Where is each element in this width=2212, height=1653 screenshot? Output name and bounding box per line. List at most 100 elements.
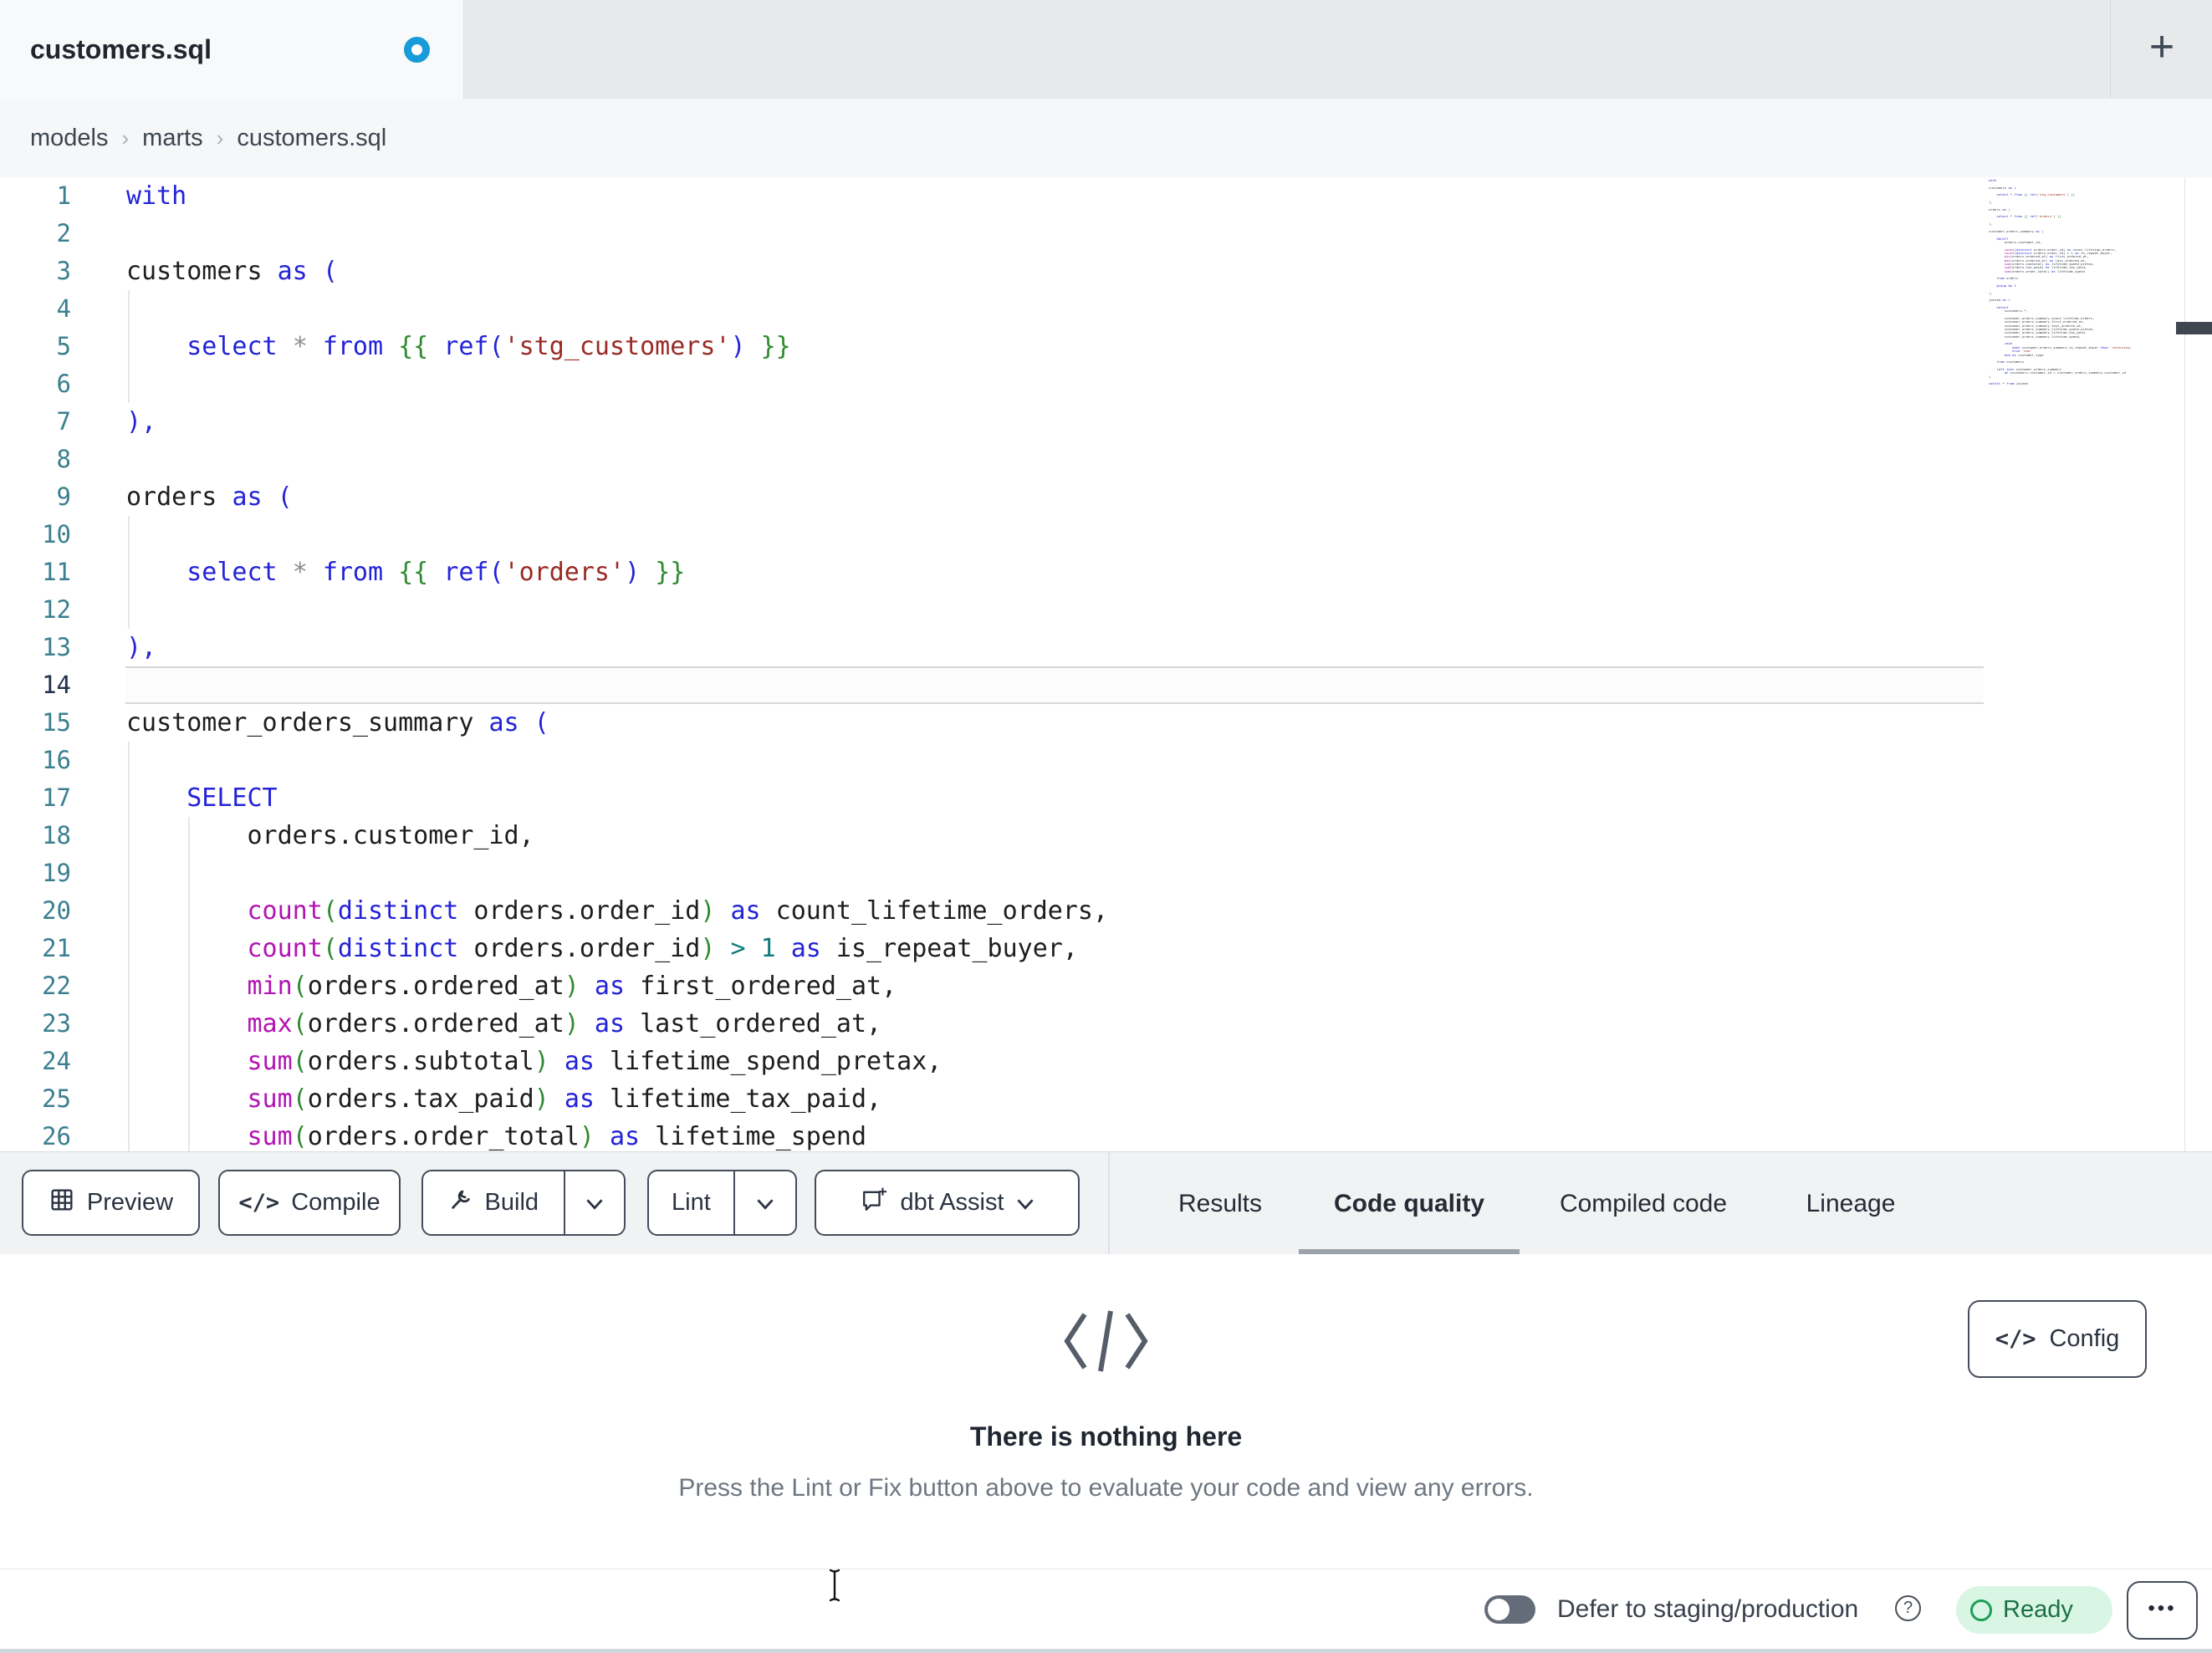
line-number: 21 (42, 934, 71, 962)
line-number: 18 (42, 821, 71, 849)
code-line[interactable]: 3 customers as ( (0, 253, 1984, 290)
defer-toggle[interactable] (1484, 1595, 1535, 1624)
tab-strip-divider (2110, 0, 2111, 98)
indent-guide (188, 817, 191, 1151)
line-number: 10 (42, 520, 71, 548)
breadcrumb-item-models[interactable]: models (30, 125, 109, 152)
chevron-down-icon (1016, 1189, 1034, 1217)
line-number: 20 (42, 896, 71, 925)
code-text: with (126, 181, 187, 211)
dbt-assist-button-label: dbt Assist (900, 1189, 1004, 1216)
line-number: 11 (42, 558, 71, 586)
new-tab-button[interactable]: + (2133, 0, 2191, 99)
scrollbar-thumb[interactable] (2176, 322, 2212, 334)
build-button[interactable]: Build (423, 1171, 564, 1234)
line-number: 5 (56, 332, 71, 360)
build-dropdown-button[interactable] (563, 1171, 624, 1234)
line-number: 23 (42, 1009, 71, 1038)
defer-toggle-label: Defer to staging/production (1557, 1595, 1859, 1623)
tab-bar: customers.sql + (0, 0, 2212, 99)
line-number: 16 (42, 746, 71, 774)
help-icon[interactable]: ? (1895, 1595, 1921, 1621)
indent-guide (128, 742, 130, 1151)
code-line[interactable]: 18 orders.customer_id, (0, 817, 1984, 855)
lint-button[interactable]: Lint (649, 1171, 733, 1234)
code-line[interactable]: 13), (0, 629, 1984, 666)
code-line[interactable]: 5 select * from {{ ref('stg_customers') … (0, 328, 1984, 365)
code-line[interactable]: 10 (0, 516, 1984, 554)
code-text: customers as ( (126, 257, 338, 286)
code-line[interactable]: 24 sum(orders.subtotal) as lifetime_spen… (0, 1043, 1984, 1080)
line-number: 26 (42, 1122, 71, 1150)
minimap[interactable]: with customers as ( select * from {{ ref… (1989, 179, 2183, 555)
line-number: 25 (42, 1084, 71, 1113)
code-text: max(orders.ordered_at) as last_ordered_a… (247, 1009, 882, 1038)
code-editor[interactable]: 1 with 2 3 customers as (4 5 select * from {{… (0, 177, 2212, 1151)
minimap-line: select * from joined (1989, 381, 2028, 386)
code-line[interactable]: 14 (0, 666, 1984, 704)
code-line[interactable]: 17 SELECT (0, 779, 1984, 817)
line-number: 9 (56, 482, 71, 511)
code-text: sum(orders.tax_paid) as lifetime_tax_pai… (247, 1084, 882, 1114)
lint-dropdown-button[interactable] (733, 1171, 795, 1234)
code-line[interactable]: 16 (0, 742, 1984, 779)
line-number: 15 (42, 708, 71, 737)
breadcrumb: models › marts › customers.sql (30, 99, 386, 177)
lint-split-button: Lint (647, 1170, 797, 1236)
code-line[interactable]: 2 (0, 215, 1984, 253)
tab-lineage[interactable]: Lineage (1802, 1152, 1899, 1255)
wrench-icon (448, 1187, 473, 1219)
code-line[interactable]: 26 sum(orders.order_total) as lifetime_s… (0, 1118, 1984, 1151)
config-button[interactable]: </> Config (1968, 1300, 2147, 1378)
code-text: min(orders.ordered_at) as first_ordered_… (247, 972, 897, 1001)
code-line[interactable]: 6 (0, 365, 1984, 403)
code-line[interactable]: 25 sum(orders.tax_paid) as lifetime_tax_… (0, 1080, 1984, 1118)
code-text: ), (126, 633, 157, 662)
code-line[interactable]: 19 (0, 855, 1984, 892)
code-line[interactable]: 11 select * from {{ ref('orders') }} (0, 554, 1984, 591)
code-text: ), (126, 407, 157, 436)
empty-state-message: Press the Lint or Fix button above to ev… (678, 1474, 1534, 1502)
line-number: 19 (42, 859, 71, 887)
tab-results[interactable]: Results (1174, 1152, 1266, 1255)
lint-button-label: Lint (672, 1189, 711, 1216)
breadcrumb-item-marts[interactable]: marts (142, 125, 203, 152)
code-line[interactable]: 21 count(distinct orders.order_id) > 1 a… (0, 930, 1984, 967)
code-line[interactable]: 22 min(orders.ordered_at) as first_order… (0, 967, 1984, 1005)
code-text: count(distinct orders.order_id) > 1 as i… (247, 934, 1078, 963)
code-line[interactable]: 8 (0, 441, 1984, 478)
line-number: 17 (42, 783, 71, 812)
preview-button-label: Preview (86, 1189, 174, 1216)
chevron-down-icon (585, 1189, 604, 1217)
line-number: 3 (56, 257, 71, 285)
line-number: 8 (56, 445, 71, 473)
build-split-button: Build (421, 1170, 626, 1236)
code-line[interactable]: 12 (0, 591, 1984, 629)
dbt-assist-button[interactable]: dbt Assist (815, 1170, 1080, 1236)
status-bar: Defer to staging/production ? Ready ••• (0, 1569, 2212, 1649)
code-text: select * from {{ ref('stg_customers') }} (186, 332, 791, 361)
compile-button[interactable]: </> Compile (218, 1170, 401, 1236)
breadcrumb-separator: › (121, 125, 130, 151)
code-line[interactable]: 1 with (0, 177, 1984, 215)
code-line[interactable]: 9 orders as ( (0, 478, 1984, 516)
code-text: SELECT (186, 783, 278, 813)
code-line[interactable]: 7), (0, 403, 1984, 441)
code-quality-panel: There is nothing here Press the Lint or … (0, 1254, 2212, 1569)
file-tab[interactable]: customers.sql (0, 0, 464, 99)
tab-code-quality[interactable]: Code quality (1299, 1152, 1520, 1255)
code-line[interactable]: 15 customer_orders_summary as ( (0, 704, 1984, 742)
breadcrumb-item-file[interactable]: customers.sql (237, 125, 386, 152)
toggle-knob (1488, 1599, 1510, 1620)
code-line[interactable]: 20 count(distinct orders.order_id) as co… (0, 892, 1984, 930)
preview-button[interactable]: Preview (22, 1170, 200, 1236)
tab-compiled-code[interactable]: Compiled code (1551, 1152, 1735, 1255)
overflow-menu-button[interactable]: ••• (2127, 1581, 2198, 1640)
config-button-label: Config (2049, 1325, 2120, 1352)
code-line[interactable]: 4 (0, 290, 1984, 328)
code-line[interactable]: 23 max(orders.ordered_at) as last_ordere… (0, 1005, 1984, 1043)
